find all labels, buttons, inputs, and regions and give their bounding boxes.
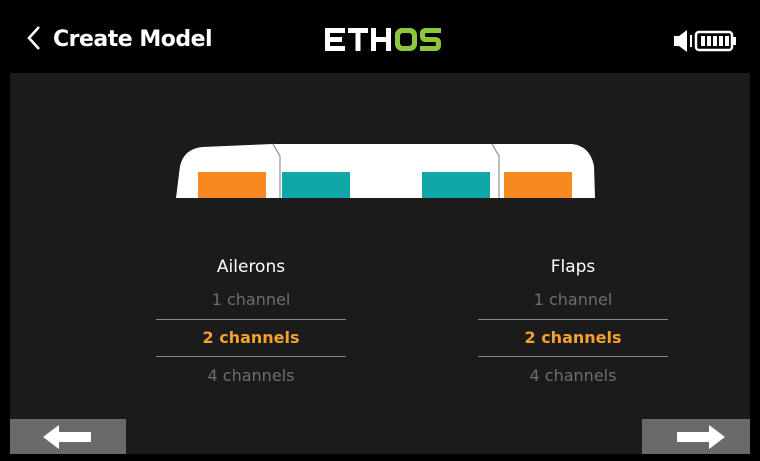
ethos-logo [325, 28, 441, 51]
ailerons-option-4-channels[interactable]: 4 channels [156, 357, 346, 395]
flaps-option-2-channels[interactable]: 2 channels [478, 319, 668, 357]
left-flap [282, 172, 350, 199]
next-button[interactable] [642, 419, 750, 454]
flaps-selector: Flaps 1 channel 2 channels 4 channels [478, 255, 668, 395]
speaker-icon [674, 30, 692, 52]
chevron-left-icon [27, 26, 40, 50]
right-aileron [504, 172, 572, 199]
flaps-option-1-channel[interactable]: 1 channel [478, 281, 668, 319]
ailerons-option-2-channels[interactable]: 2 channels [156, 319, 346, 357]
left-aileron [198, 172, 266, 199]
back-button[interactable] [10, 15, 54, 59]
top-bar: Create Model [10, 9, 750, 73]
right-flap [422, 172, 490, 199]
status-icons [674, 30, 736, 52]
ailerons-title: Ailerons [216, 257, 286, 277]
battery-icon [694, 30, 736, 52]
flaps-option-4-channels[interactable]: 4 channels [478, 357, 668, 395]
flaps-title: Flaps [550, 257, 596, 277]
arrow-left-icon [43, 425, 91, 449]
page-title: Create Model [53, 27, 213, 52]
wing-diagram [176, 143, 596, 200]
create-model-screen: Create Model Ailerons 1 channel 2 channe… [10, 9, 750, 454]
ailerons-selector: Ailerons 1 channel 2 channels 4 channels [156, 255, 346, 395]
ailerons-option-1-channel[interactable]: 1 channel [156, 281, 346, 319]
previous-button[interactable] [10, 419, 126, 454]
arrow-right-icon [677, 425, 725, 449]
